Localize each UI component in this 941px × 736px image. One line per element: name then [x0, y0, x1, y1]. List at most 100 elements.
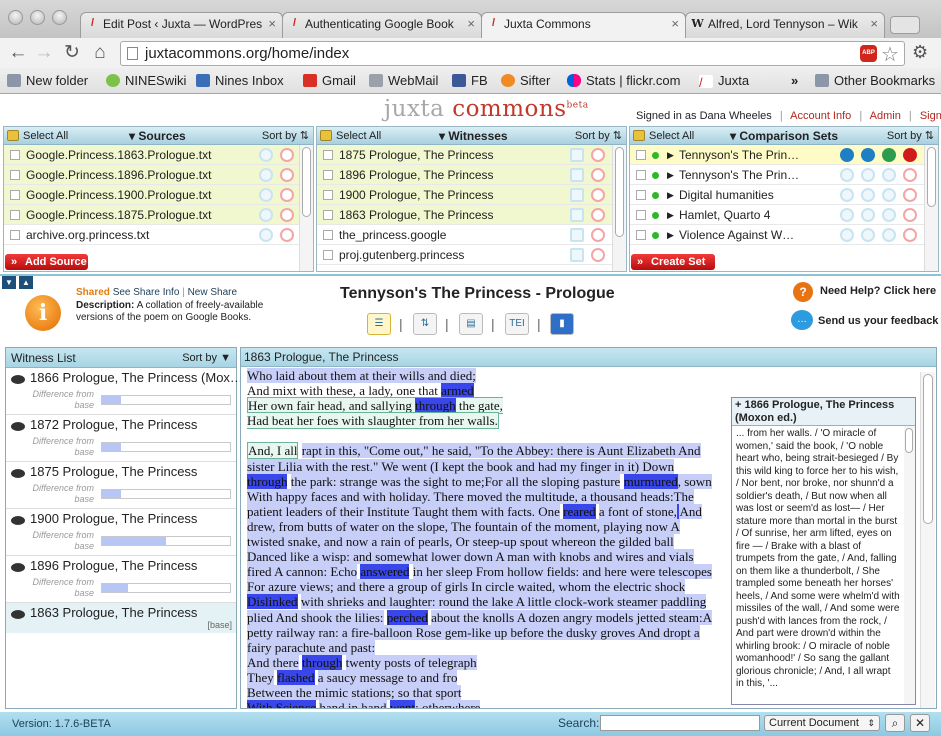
more-bookmarks-chevron[interactable]: » — [791, 73, 798, 89]
close-tab-icon[interactable]: × — [870, 13, 878, 35]
sign-out-link[interactable]: Sign Out — [920, 110, 941, 122]
browser-tab-tennyson-wiki[interactable]: W Alfred, Lord Tennyson – Wik × — [685, 12, 885, 38]
search-icon[interactable]: ⌕ — [885, 714, 905, 732]
browser-tab-edit-post[interactable]: / Edit Post ‹ Juxta — WordPres × — [80, 12, 283, 38]
witness-list-item[interactable]: 1872 Prologue, The Princess Difference fr… — [6, 415, 236, 462]
witness-list-item[interactable]: 1875 Prologue, The Princess Difference fr… — [6, 462, 236, 509]
settings-icon[interactable] — [861, 188, 875, 202]
set-row[interactable]: ▶ Tennyson's The Prin… — [630, 165, 938, 185]
back-arrow-icon[interactable]: ← — [6, 41, 30, 65]
tei-export-icon[interactable]: TEI — [505, 313, 529, 335]
delete-icon[interactable] — [903, 188, 917, 202]
close-tab-icon[interactable]: × — [467, 13, 475, 35]
expand-arrow-icon[interactable]: ▶ — [667, 165, 674, 184]
refresh-icon[interactable] — [840, 188, 854, 202]
reload-icon[interactable]: ↻ — [60, 41, 84, 65]
edition-builder-icon[interactable]: ▮ — [550, 313, 574, 335]
share-icon[interactable] — [259, 168, 273, 182]
histogram-view-icon[interactable]: ▤ — [459, 313, 483, 335]
delete-icon[interactable] — [280, 188, 294, 202]
delete-icon[interactable] — [903, 148, 917, 162]
row-checkbox[interactable] — [323, 170, 333, 180]
expand-arrow-icon[interactable]: ▶ — [667, 145, 674, 164]
help-icon[interactable]: ? — [793, 282, 813, 302]
expand-arrow-icon[interactable]: ▶ — [667, 225, 674, 244]
witness-row[interactable]: 1900 Prologue, The Princess — [317, 185, 626, 205]
close-tab-icon[interactable]: × — [268, 13, 276, 35]
refresh-icon[interactable] — [840, 148, 854, 162]
witness-list-item[interactable]: 1896 Prologue, The Princess Difference fr… — [6, 556, 236, 603]
row-checkbox[interactable] — [636, 190, 646, 200]
sort-witnesses[interactable]: Sort by ⇅ — [575, 127, 622, 145]
row-checkbox[interactable] — [323, 250, 333, 260]
eye-icon[interactable] — [11, 610, 25, 619]
zoom-window-button[interactable] — [52, 10, 67, 25]
witness-row[interactable]: 1896 Prologue, The Princess — [317, 165, 626, 185]
refresh-icon[interactable] — [840, 168, 854, 182]
refresh-icon[interactable] — [840, 208, 854, 222]
bookmark-gmail[interactable]: Gmail — [303, 73, 356, 89]
sort-sources[interactable]: Sort by ⇅ — [262, 127, 309, 145]
eye-icon[interactable] — [11, 516, 25, 525]
bookmark-webmail[interactable]: WebMail — [369, 73, 438, 89]
account-info-link[interactable]: Account Info — [790, 110, 851, 122]
close-window-button[interactable] — [8, 10, 23, 25]
refresh-icon[interactable] — [840, 228, 854, 242]
source-row[interactable]: Google.Princess.1896.Prologue.txt — [4, 165, 313, 185]
witnesses-scrollbar[interactable] — [612, 145, 626, 271]
bookmark-nineswiki[interactable]: NINESwiki — [106, 73, 186, 89]
globe-icon[interactable] — [882, 228, 896, 242]
collapse-down-icon[interactable]: ▼ — [2, 276, 16, 289]
row-checkbox[interactable] — [636, 210, 646, 220]
delete-icon[interactable] — [280, 208, 294, 222]
delete-icon[interactable] — [280, 168, 294, 182]
text-scrollbar[interactable] — [920, 372, 935, 708]
globe-icon[interactable] — [882, 188, 896, 202]
globe-icon[interactable] — [882, 168, 896, 182]
document-icon[interactable] — [570, 168, 584, 182]
delete-icon[interactable] — [591, 228, 605, 242]
row-checkbox[interactable] — [636, 230, 646, 240]
eye-icon[interactable] — [11, 469, 25, 478]
sort-sets[interactable]: Sort by ⇅ — [887, 127, 934, 145]
admin-link[interactable]: Admin — [870, 110, 901, 122]
globe-icon[interactable] — [882, 208, 896, 222]
side-by-side-view-icon[interactable]: ☰ — [367, 313, 391, 335]
adblock-icon[interactable]: ABP — [860, 45, 877, 62]
share-icon[interactable] — [259, 188, 273, 202]
expand-arrow-icon[interactable]: ▶ — [667, 205, 674, 224]
delete-icon[interactable] — [903, 228, 917, 242]
set-row[interactable]: ▶ Hamlet, Quarto 4 — [630, 205, 938, 225]
row-checkbox[interactable] — [323, 230, 333, 240]
document-icon[interactable] — [570, 208, 584, 222]
bookmark-other-bookmarks[interactable]: Other Bookmarks — [815, 73, 935, 89]
new-share-link[interactable]: New Share — [188, 287, 237, 298]
row-checkbox[interactable] — [323, 150, 333, 160]
witness-row[interactable]: proj.gutenberg.princess — [317, 245, 626, 265]
eye-icon[interactable] — [11, 375, 25, 384]
source-row[interactable]: archive.org.princess.txt — [4, 225, 313, 245]
row-checkbox[interactable] — [10, 230, 20, 240]
sort-witness-list[interactable]: Sort by ▼ — [182, 348, 231, 368]
set-row[interactable]: ▶ Digital humanities — [630, 185, 938, 205]
delete-icon[interactable] — [280, 148, 294, 162]
close-icon[interactable]: ✕ — [910, 714, 930, 732]
delete-icon[interactable] — [591, 188, 605, 202]
row-checkbox[interactable] — [636, 150, 646, 160]
settings-icon[interactable] — [861, 228, 875, 242]
settings-icon[interactable] — [861, 208, 875, 222]
delete-icon[interactable] — [280, 228, 294, 242]
delete-icon[interactable] — [903, 208, 917, 222]
feedback-link[interactable]: Send us your feedback — [818, 315, 938, 327]
select-all-sets[interactable]: Select All — [633, 127, 694, 145]
juxta-commons-logo[interactable]: juxta commonsbeta — [384, 96, 589, 122]
select-all-sources[interactable]: Select All — [7, 127, 68, 145]
row-checkbox[interactable] — [10, 170, 20, 180]
delete-icon[interactable] — [591, 208, 605, 222]
popup-scrollbar[interactable] — [904, 426, 915, 704]
collated-text[interactable]: Who laid about them at their wills and d… — [247, 368, 715, 708]
witness-row[interactable]: 1863 Prologue, The Princess — [317, 205, 626, 225]
eye-icon[interactable] — [11, 422, 25, 431]
share-icon[interactable] — [259, 228, 273, 242]
close-tab-icon[interactable]: × — [671, 13, 679, 35]
